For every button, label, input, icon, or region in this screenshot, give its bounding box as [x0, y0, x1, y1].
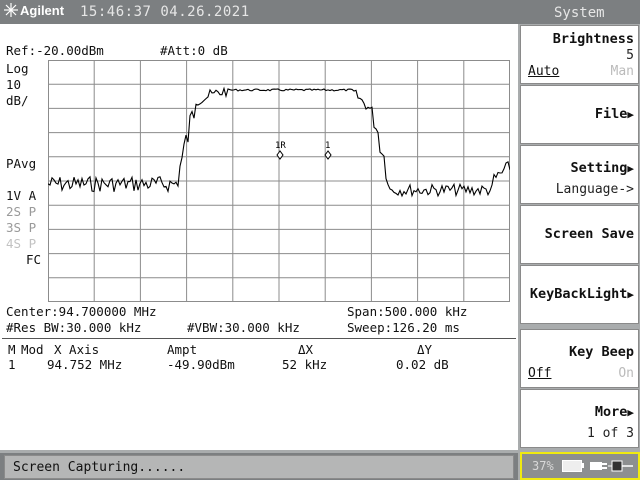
battery-tip	[581, 463, 584, 468]
datetime: 15:46:37 04.26.2021	[80, 4, 250, 20]
status-bar: Screen Capturing......	[0, 453, 518, 480]
softkey-brightness[interactable]: Brightness 5 Auto Man	[520, 25, 639, 84]
marker-col-mod: Mod	[21, 342, 44, 357]
brightness-value: 5	[626, 48, 634, 63]
power-plug-icon	[590, 460, 633, 472]
svg-text:1R: 1R	[275, 141, 286, 151]
fc-label: FC	[26, 252, 42, 267]
softkey-file-label: File▶	[594, 106, 634, 122]
submenu-arrow-icon: ▶	[627, 288, 634, 301]
marker-col-dx: ΔX	[298, 342, 314, 357]
softkey-more-label: More▶	[594, 404, 634, 420]
scale-unit: dB/	[6, 93, 29, 108]
center-frequency: Center:94.700000 MHz	[6, 304, 157, 319]
scale-type: Log	[6, 61, 29, 76]
softkey-file[interactable]: File▶	[520, 85, 639, 144]
attenuation: #Att:0 dB	[160, 43, 228, 58]
trace-3-label: 3S P	[6, 220, 37, 235]
submenu-arrow-icon: ▶	[627, 406, 634, 419]
brand-name: Agilent	[20, 3, 65, 18]
status-field: Screen Capturing......	[4, 455, 514, 479]
submenu-arrow-icon: ▶	[627, 162, 634, 175]
submenu-arrow-icon: ▶	[627, 108, 634, 121]
top-bar: Agilent 15:46:37 04.26.2021 System	[0, 0, 640, 24]
softkey-setting-label: Setting▶	[570, 160, 634, 176]
marker-row-ampt: -49.90dBm	[167, 357, 235, 372]
marker-row-xaxis: 94.752 MHz	[47, 357, 123, 372]
battery-indicator: 37%	[520, 452, 640, 480]
trace-1-label: 1V A	[6, 188, 37, 203]
softkey-screen-save[interactable]: Screen Save	[520, 205, 639, 264]
battery-percent: 37%	[532, 459, 554, 473]
res-bw: #Res BW:30.000 kHz	[6, 320, 142, 335]
status-message: Screen Capturing......	[13, 460, 186, 475]
detector-label: PAvg	[6, 156, 37, 171]
brightness-man-option: Man	[610, 64, 634, 79]
softkey-setting[interactable]: Setting▶ Language->	[520, 145, 639, 204]
battery-icon	[562, 460, 582, 472]
softkey-keybacklight-label: KeyBackLight▶	[529, 286, 634, 302]
marker-1: 1	[324, 141, 332, 160]
ref-level: Ref:-20.00dBm	[6, 43, 104, 58]
key-beep-on-option: On	[618, 366, 634, 381]
softkey-key-beep[interactable]: Key Beep Off On	[520, 329, 639, 388]
more-page-indicator: 1 of 3	[587, 426, 634, 441]
marker-row-m: 1	[8, 357, 16, 372]
softkey-screen-save-label: Screen Save	[544, 226, 634, 242]
trace-4-label: 4S P	[6, 236, 37, 251]
marker-col-ampt: Ampt	[167, 342, 198, 357]
spectrum-graticule: 1R 1	[48, 60, 510, 302]
agilent-spark-icon	[4, 3, 18, 17]
measurement-screen: Ref:-20.00dBm #Att:0 dB Log 10 dB/ PAvg …	[0, 24, 518, 450]
divider	[2, 338, 516, 339]
trace-2-label: 2S P	[6, 204, 37, 219]
softkey-key-beep-label: Key Beep	[568, 344, 634, 360]
marker-row-dy: 0.02 dB	[396, 357, 449, 372]
softkey-panel: Brightness 5 Auto Man File▶ Setting▶ Lan…	[518, 24, 640, 450]
softkey-brightness-label: Brightness	[552, 31, 634, 47]
marker-row-dx: 52 kHz	[282, 357, 328, 372]
brand-logo: Agilent	[4, 3, 64, 18]
marker-col-dy: ΔY	[417, 342, 433, 357]
marker-col-xaxis: X Axis	[54, 342, 100, 357]
marker-col-m: M	[8, 342, 16, 357]
language-sub-label: Language->	[555, 182, 634, 197]
softkey-more[interactable]: More▶ 1 of 3	[520, 389, 639, 448]
key-beep-off-option: Off	[528, 366, 552, 381]
vbw: #VBW:30.000 kHz	[187, 320, 300, 335]
scale-value: 10	[6, 77, 22, 92]
sweep-time: Sweep:126.20 ms	[347, 320, 460, 335]
span: Span:500.000 kHz	[347, 304, 468, 319]
svg-text:1: 1	[325, 141, 330, 151]
brightness-auto-option: Auto	[528, 64, 560, 79]
softkey-keybacklight[interactable]: KeyBackLight▶	[520, 265, 639, 324]
menu-title: System	[554, 5, 605, 21]
